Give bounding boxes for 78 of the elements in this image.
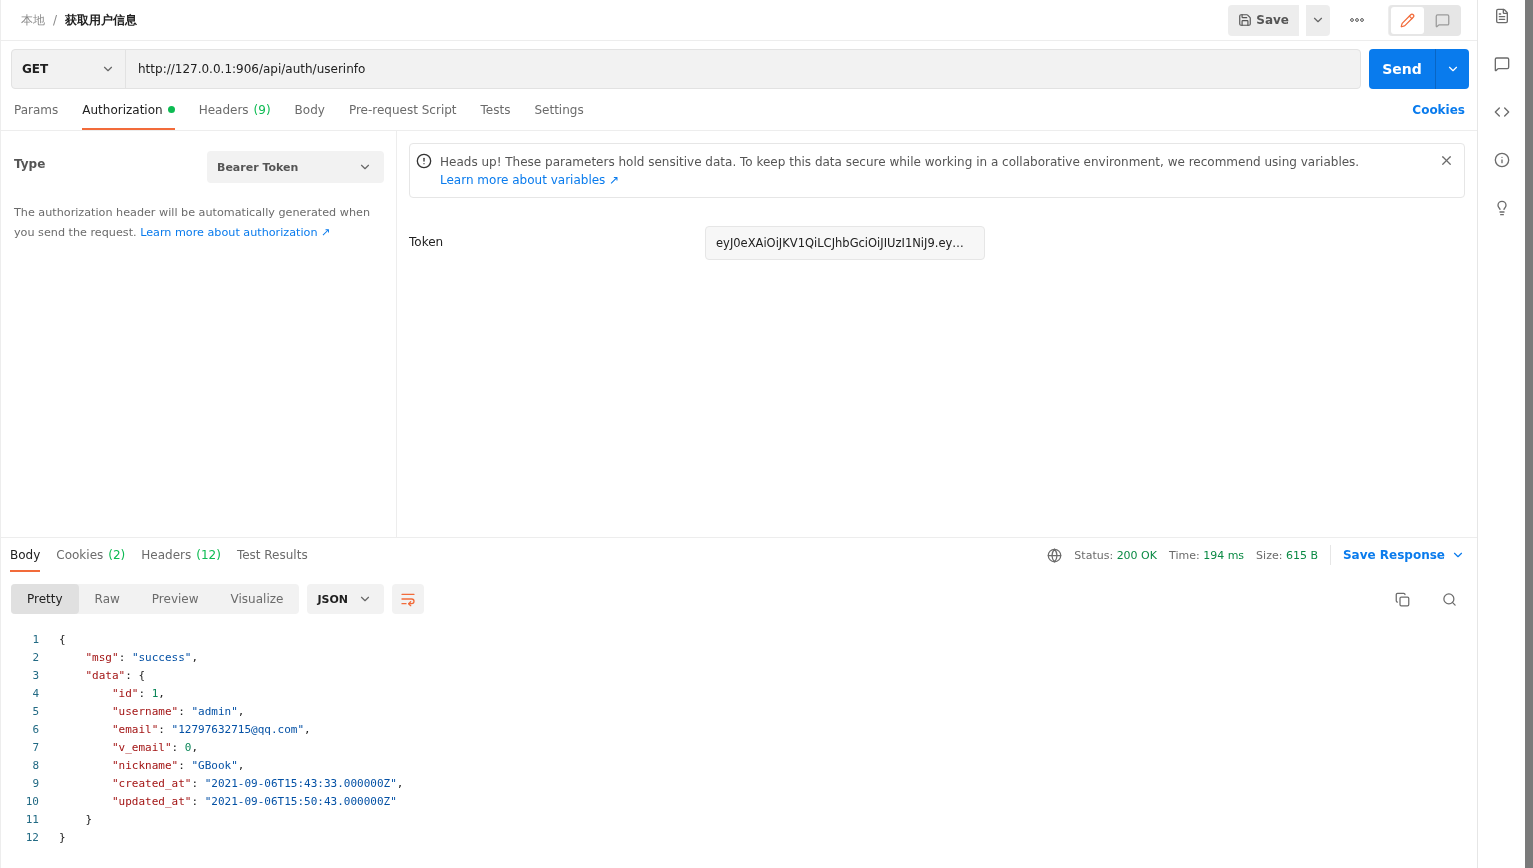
response-tab[interactable]: Headers (12) bbox=[141, 538, 221, 572]
code-line: } bbox=[84, 812, 93, 826]
code-line: "id": 1, bbox=[111, 686, 165, 700]
code-line: } bbox=[59, 830, 66, 844]
line-number: 12 bbox=[24, 830, 40, 844]
line-number: 9 bbox=[31, 776, 40, 790]
line-number: 8 bbox=[31, 758, 40, 772]
format-select[interactable]: JSON bbox=[307, 584, 384, 614]
code-line: "created_at": "2021-09-06T15:43:33.000000Z", bbox=[111, 776, 404, 790]
code-line: "updated_at": "2021-09-06T15:50:43.000000Z" bbox=[111, 794, 397, 808]
request-tab[interactable]: Body bbox=[294, 89, 325, 130]
wrap-lines-button[interactable] bbox=[392, 584, 424, 614]
view-mode-tab[interactable]: Raw bbox=[78, 584, 136, 614]
response-tab[interactable]: Cookies (2) bbox=[56, 538, 126, 572]
request-tab[interactable]: Settings bbox=[534, 89, 584, 130]
variables-link[interactable]: Learn more about variables ↗ bbox=[440, 173, 620, 187]
save-button[interactable]: Save bbox=[1228, 4, 1299, 36]
comment-button[interactable] bbox=[1493, 56, 1510, 72]
line-number: 3 bbox=[31, 668, 40, 682]
line-number: 2 bbox=[31, 650, 40, 664]
code-line: "msg": "success", bbox=[84, 650, 199, 664]
line-number: 11 bbox=[24, 812, 40, 826]
request-tab[interactable]: Tests bbox=[480, 89, 511, 130]
line-number: 6 bbox=[31, 722, 40, 736]
mode-toggle-button[interactable] bbox=[1391, 6, 1424, 34]
response-tab[interactable]: Test Results bbox=[236, 538, 308, 572]
view-mode-tab[interactable]: Visualize bbox=[214, 584, 300, 614]
breadcrumb-link[interactable]: 本地 bbox=[21, 11, 45, 29]
floppy-icon bbox=[1238, 13, 1253, 27]
globe-icon bbox=[1047, 547, 1063, 563]
more-button[interactable] bbox=[1350, 18, 1364, 22]
line-number: 10 bbox=[24, 794, 40, 808]
request-title: 获取用户信息 bbox=[65, 11, 138, 29]
request-tab[interactable]: Pre-request Script bbox=[348, 89, 457, 130]
response-stat: Status: 200 OK bbox=[1074, 548, 1157, 562]
token-label: Token bbox=[409, 234, 445, 249]
cookies-link[interactable]: Cookies bbox=[1412, 102, 1465, 117]
token-field[interactable]: eyJ0eXAiOiJKV1QiLCJhbGciOiJIUzI1NiJ9.ey… bbox=[705, 226, 985, 260]
line-number: 5 bbox=[31, 704, 40, 718]
type-label: Type bbox=[14, 156, 46, 171]
search-button[interactable] bbox=[1442, 591, 1457, 607]
code-line: "nickname": "GBook", bbox=[111, 758, 245, 772]
line-number: 1 bbox=[31, 632, 40, 646]
breadcrumb-separator: / bbox=[53, 13, 58, 27]
line-number: 4 bbox=[31, 686, 40, 700]
line-number: 7 bbox=[31, 740, 40, 754]
view-mode-tab[interactable]: Preview bbox=[135, 584, 215, 614]
code-line: "email": "12797632715@qq.com", bbox=[111, 722, 311, 736]
request-bar[interactable]: GET http://127.0.0.1:906/api/auth/userinfo bbox=[11, 49, 1361, 89]
url-field[interactable]: http://127.0.0.1:906/api/auth/userinfo bbox=[126, 50, 1360, 88]
request-tab[interactable]: Headers (9) bbox=[198, 89, 271, 130]
auth-help-link[interactable]: Learn more about authorization ↗ bbox=[140, 226, 331, 239]
document-button[interactable] bbox=[1493, 8, 1510, 24]
close-button[interactable] bbox=[1439, 153, 1454, 168]
request-tab[interactable]: Authorization bbox=[82, 89, 175, 130]
code-line: "username": "admin", bbox=[111, 704, 245, 718]
save-response-button[interactable]: Save Response bbox=[1342, 548, 1465, 562]
copy-button[interactable] bbox=[1395, 591, 1410, 607]
info-button[interactable] bbox=[1493, 152, 1510, 168]
notice-text: Heads up! These parameters hold sensitive data. To keep this data secure while working in a collaborative environment, we recommend using variables. bbox=[440, 154, 1361, 171]
method-select[interactable]: GET bbox=[12, 50, 126, 88]
code-button[interactable] bbox=[1493, 104, 1510, 120]
wrap-lines-icon bbox=[400, 591, 416, 607]
comment-icon bbox=[1435, 12, 1450, 28]
code-line: "v_email": 0, bbox=[111, 740, 199, 754]
alert-icon bbox=[416, 153, 432, 169]
more-icon bbox=[1350, 18, 1364, 22]
pencil-icon bbox=[1400, 12, 1415, 28]
code-line: { bbox=[59, 632, 66, 646]
response-stat: Time: 194 ms bbox=[1169, 548, 1245, 562]
request-tab[interactable]: Params bbox=[14, 89, 59, 130]
auth-type-select[interactable]: Bearer Token bbox=[207, 151, 384, 183]
view-mode-tab[interactable]: Pretty bbox=[11, 584, 79, 614]
auth-description: The authorization header will be automatically generated when you send the request. Learn more about authorization ↗ bbox=[14, 205, 371, 241]
scrollbar[interactable] bbox=[1525, 0, 1533, 868]
code-line: "data": { bbox=[84, 668, 146, 682]
response-tab[interactable]: Body bbox=[10, 538, 41, 572]
response-stat: Size: 615 B bbox=[1256, 548, 1318, 562]
